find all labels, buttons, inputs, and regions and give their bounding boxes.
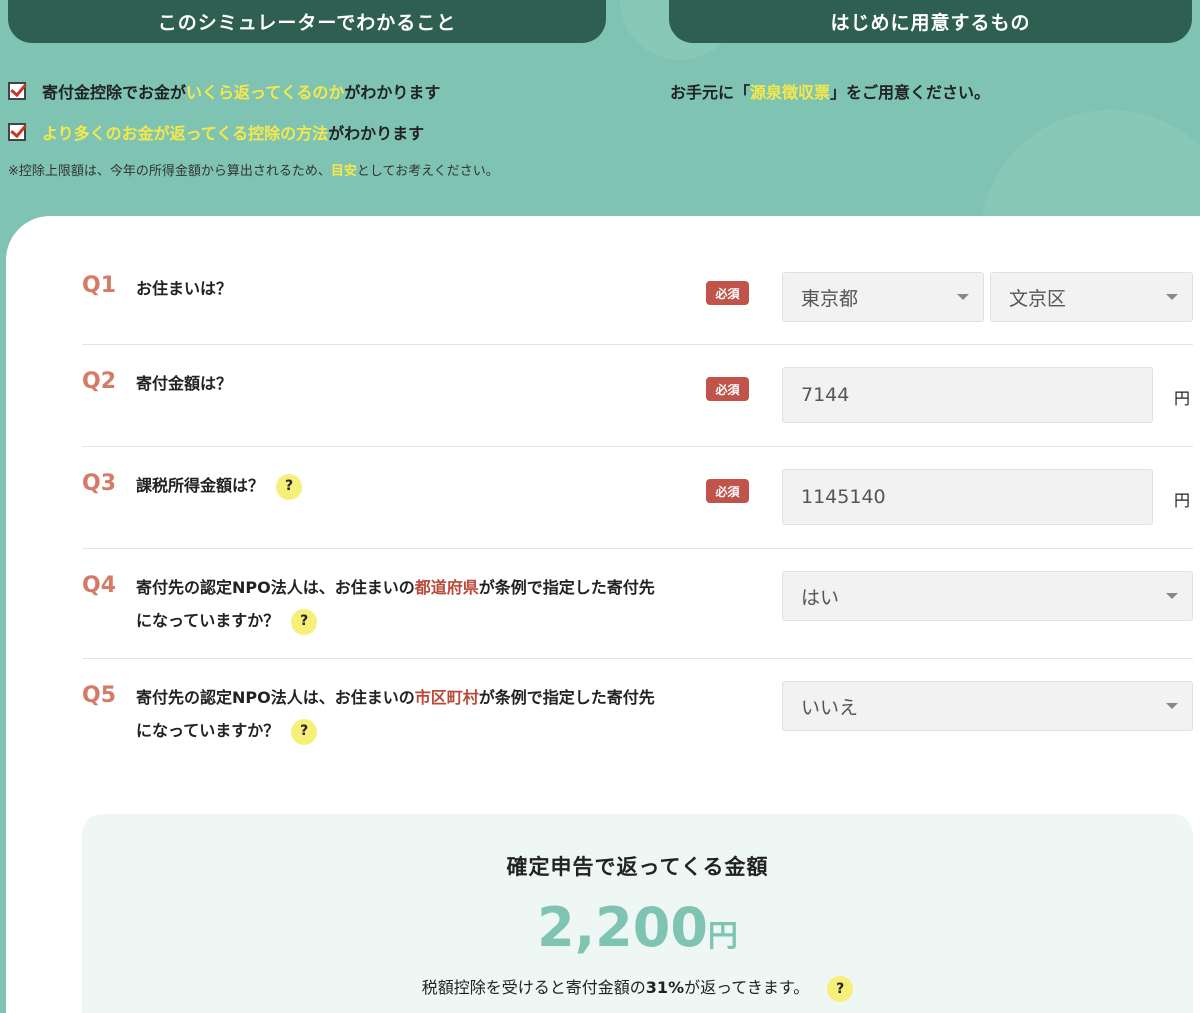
question-text: 課税所得金額は？? bbox=[136, 469, 303, 502]
required-badge: 必須 bbox=[706, 281, 749, 305]
limit-note: ※控除上限額は、今年の所得金額から算出されるため、目安としてお考えください。 bbox=[8, 164, 499, 179]
question-number: Q1 bbox=[82, 273, 117, 298]
question-q1: Q1 お住まいは？ 必須 東京都 文京区 bbox=[82, 250, 1193, 345]
required-badge: 必須 bbox=[706, 377, 749, 401]
question-text: 寄付金額は？ bbox=[136, 374, 233, 393]
prefecture-designation-select[interactable]: はい bbox=[782, 571, 1193, 621]
help-icon[interactable]: ? bbox=[276, 473, 303, 500]
chevron-down-icon bbox=[1166, 703, 1178, 709]
result-panel: 確定申告で返ってくる金額 2,200円 税額控除を受けると寄付金額の31%が返っ… bbox=[82, 814, 1193, 1013]
result-title: 確定申告で返ってくる金額 bbox=[506, 855, 769, 879]
question-text: お住まいは？ bbox=[136, 279, 233, 298]
checkbox-checked-icon bbox=[8, 82, 26, 100]
chevron-down-icon bbox=[957, 294, 969, 300]
checkbox-checked-icon bbox=[8, 123, 26, 141]
prefecture-select[interactable]: 東京都 bbox=[782, 272, 984, 322]
unit-yen: 円 bbox=[1174, 491, 1191, 510]
simulator-info-header: このシミュレーターでわかること bbox=[8, 0, 606, 43]
question-text: 寄付先の認定NPO法人は、お住まいの市区町村が条例で指定した寄付先 になっていま… bbox=[136, 681, 655, 747]
check-item-method: より多くのお金が返ってくる控除の方法 がわかります bbox=[8, 120, 424, 144]
question-number: Q3 bbox=[82, 471, 117, 496]
chevron-down-icon bbox=[1166, 593, 1178, 599]
result-description: 税額控除を受けると寄付金額の31%が返ってきます。? bbox=[82, 974, 1193, 1002]
question-number: Q5 bbox=[82, 683, 117, 708]
question-q2: Q2 寄付金額は？ 必須 7144 円 bbox=[82, 345, 1193, 447]
question-q5: Q5 寄付先の認定NPO法人は、お住まいの市区町村が条例で指定した寄付先 になっ… bbox=[82, 659, 1193, 769]
unit-yen: 円 bbox=[1174, 389, 1191, 408]
donation-amount-input[interactable]: 7144 bbox=[782, 367, 1153, 423]
help-icon[interactable]: ? bbox=[291, 718, 318, 745]
required-badge: 必須 bbox=[706, 479, 749, 503]
check-item-refund: 寄付金控除でお金が いくら返ってくるのか がわかります bbox=[8, 79, 440, 103]
preparation-text: お手元に「源泉徴収票」をご用意ください。 bbox=[670, 83, 991, 102]
taxable-income-input[interactable]: 1145140 bbox=[782, 469, 1153, 525]
help-icon[interactable]: ? bbox=[827, 975, 854, 1002]
question-q3: Q3 課税所得金額は？? 必須 1145140 円 bbox=[82, 447, 1193, 549]
chevron-down-icon bbox=[1166, 294, 1178, 300]
question-number: Q4 bbox=[82, 573, 117, 598]
question-number: Q2 bbox=[82, 369, 117, 394]
preparation-header: はじめに用意するもの bbox=[669, 0, 1192, 43]
question-q4: Q4 寄付先の認定NPO法人は、お住まいの都道府県が条例で指定した寄付先 になっ… bbox=[82, 549, 1193, 659]
city-designation-select[interactable]: いいえ bbox=[782, 681, 1193, 731]
question-text: 寄付先の認定NPO法人は、お住まいの都道府県が条例で指定した寄付先 になっていま… bbox=[136, 571, 655, 637]
help-icon[interactable]: ? bbox=[291, 608, 318, 635]
city-select[interactable]: 文京区 bbox=[990, 272, 1193, 322]
result-amount: 2,200円 bbox=[537, 896, 738, 959]
